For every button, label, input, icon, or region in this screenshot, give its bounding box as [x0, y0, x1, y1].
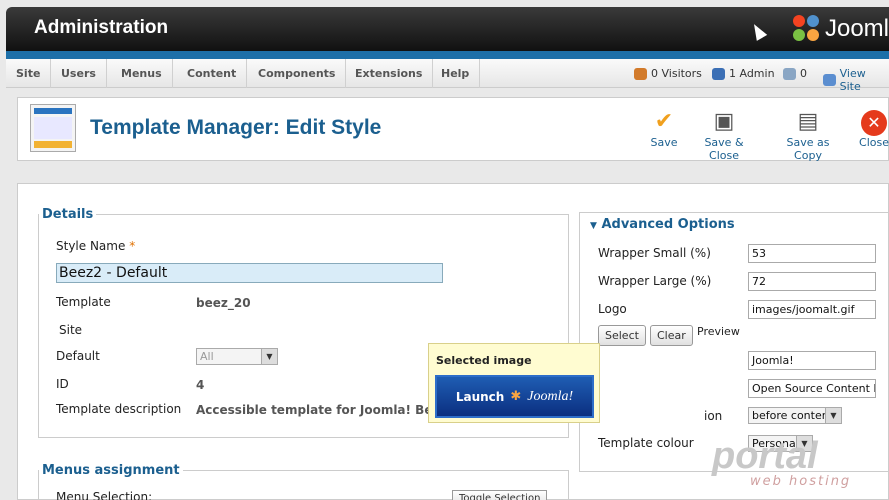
details-legend: Details [42, 207, 94, 222]
save-close-button[interactable]: ▣ Save & Close [690, 108, 758, 162]
selected-image-tooltip: Selected image Launch ✱ Joomla! [428, 343, 600, 423]
checkmark-icon: ✔ [654, 109, 674, 134]
admin-title: Administration [34, 17, 169, 38]
style-name-label: Style Name * [56, 239, 136, 253]
view-site-icon [823, 74, 836, 86]
floppy-disk-icon: ▣ [713, 109, 735, 134]
menu-menus[interactable]: Menus [111, 59, 173, 88]
visitors-status: 0 Visitors [634, 67, 702, 80]
save-button[interactable]: ✔ Save [644, 108, 684, 149]
joomla-logo-icon [792, 15, 821, 43]
tooltip-title: Selected image [436, 354, 532, 367]
admin-status: 1 Admin [712, 67, 775, 80]
advanced-options-header[interactable]: ▼ Advanced Options [590, 217, 735, 232]
close-icon: ✕ [858, 108, 889, 136]
menu-components[interactable]: Components [248, 59, 347, 88]
menu-selection-label: Menu Selection: [56, 490, 153, 500]
default-select[interactable]: All ▼ [196, 348, 278, 365]
clear-image-button[interactable]: Clear [650, 325, 693, 346]
collapse-arrow-icon: ▼ [590, 221, 597, 231]
wrapper-small-label: Wrapper Small (%) [598, 246, 711, 260]
view-site-link[interactable]: View Site [823, 67, 889, 93]
main-menu: Site Users Menus Content Components Exte… [6, 59, 889, 93]
site-title-input[interactable]: Joomla! [748, 351, 876, 370]
toggle-selection-button[interactable]: Toggle Selection [452, 490, 548, 500]
visitors-icon [634, 67, 647, 80]
menu-site[interactable]: Site [6, 59, 52, 88]
admin-icon [712, 67, 725, 80]
select-image-button[interactable]: Select [598, 325, 646, 346]
menu-content[interactable]: Content [177, 59, 248, 88]
required-marker: * [129, 239, 136, 253]
chevron-down-icon: ▼ [825, 408, 841, 423]
header-accent-bar [6, 51, 889, 59]
template-description-value: Accessible template for Joomla! Beez, th… [196, 403, 432, 417]
template-colour-label: Template colour [598, 436, 694, 450]
joomla-logo: Jooml [792, 15, 889, 43]
template-manager-icon [30, 104, 76, 152]
messages-status[interactable]: 0 [783, 67, 807, 80]
wrapper-small-input[interactable]: 53 [748, 244, 876, 263]
portal-watermark: portal [712, 435, 818, 477]
wrapper-large-input[interactable]: 72 [748, 272, 876, 291]
floppy-copy-icon: ▤ [797, 109, 819, 134]
chevron-down-icon: ▼ [261, 349, 277, 364]
style-name-input[interactable]: Beez2 - Default [56, 263, 443, 283]
template-value: beez_20 [196, 296, 251, 310]
toolbar: Template Manager: Edit Style ✔ Save ▣ Sa… [17, 97, 889, 162]
menu-users[interactable]: Users [51, 59, 107, 88]
page-title: Template Manager: Edit Style [90, 116, 382, 139]
navigation-position-select[interactable]: before content ▼ [748, 407, 842, 424]
joomla-mini-icon: ✱ [510, 389, 522, 404]
default-label: Default [56, 349, 100, 363]
preview-label: Preview [697, 325, 740, 338]
portal-watermark-sub: web hosting [750, 474, 852, 489]
logo-label: Logo [598, 302, 627, 316]
template-label: Template [56, 295, 111, 309]
joomla-logo-text: Jooml [824, 15, 889, 42]
menu-extensions[interactable]: Extensions [345, 59, 434, 88]
logo-input[interactable]: images/joomalt.gif [748, 300, 876, 319]
id-value: 4 [196, 378, 205, 392]
launch-joomla-image: Launch ✱ Joomla! [435, 375, 594, 418]
save-as-copy-button[interactable]: ▤ Save as Copy [772, 108, 844, 162]
close-button[interactable]: ✕ Close [858, 108, 889, 149]
messages-icon [783, 67, 796, 80]
template-description-label: Template description [56, 402, 182, 416]
menus-assignment-legend: Menus assignment [42, 463, 180, 478]
menu-help[interactable]: Help [431, 59, 481, 88]
id-label: ID [56, 377, 69, 391]
site-description-input[interactable]: Open Source Content Man [748, 379, 876, 398]
position-label: ion [704, 409, 723, 423]
wrapper-large-label: Wrapper Large (%) [598, 274, 712, 288]
site-label: Site [59, 323, 83, 337]
